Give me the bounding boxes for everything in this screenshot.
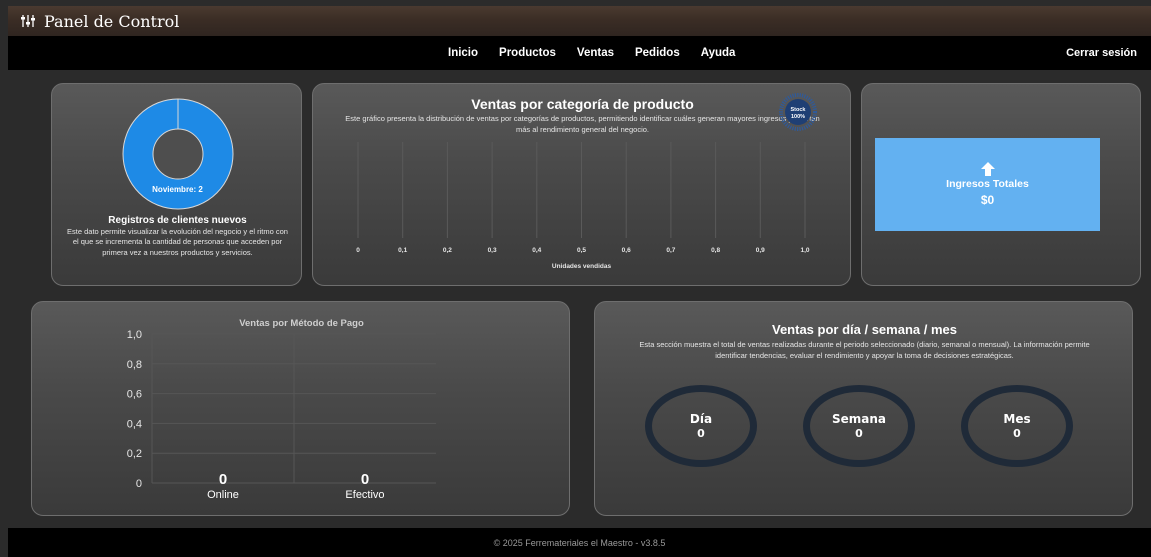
- payment-category-label: Efectivo: [345, 489, 384, 501]
- arrow-up-icon: [980, 162, 995, 176]
- category-x-tick-label: 0,9: [756, 247, 765, 254]
- nav-item-pedidos[interactable]: Pedidos: [635, 47, 680, 59]
- nav-item-ayuda[interactable]: Ayuda: [701, 47, 736, 59]
- footer-text: © 2025 Ferremateriales el Maestro - v3.8…: [493, 537, 666, 548]
- nav-item-ventas[interactable]: Ventas: [577, 47, 614, 59]
- donut-data-label: Noviembre: 2: [152, 185, 203, 194]
- payment-y-tick-label: 1,0: [127, 329, 142, 341]
- ring-week-label: Semana: [831, 412, 887, 426]
- title-bar: Panel de Control: [8, 6, 1151, 36]
- category-x-axis-label: Unidades vendidas: [552, 263, 612, 270]
- payment-category-label: Online: [207, 489, 239, 501]
- donut-outline-inner: [152, 128, 204, 180]
- category-x-tick-label: 0,6: [622, 247, 631, 254]
- ring-day: Día 0: [645, 385, 757, 467]
- stock-badge: Stock 100%: [779, 93, 817, 131]
- nav-item-productos[interactable]: Productos: [499, 47, 556, 59]
- category-card: 0 0,1 0,2 0,3 0,4 0,5 0,6 0,7 0,8 0,9 1,0 Unidades …: [312, 83, 851, 286]
- payment-chart: 00,20,40,60,81,00Online0Efectivo: [127, 329, 436, 501]
- periods-desc-line1: Esta sección muestra el total de ventas …: [639, 340, 1090, 349]
- logout-link[interactable]: Cerrar sesión: [1066, 36, 1137, 70]
- app-title: Panel de Control: [44, 11, 180, 31]
- category-x-tick-label: 0,1: [398, 247, 407, 254]
- periods-card: Ventas por día / semana / mes Esta secci…: [594, 301, 1133, 516]
- category-x-tick-label: 1,0: [800, 247, 809, 254]
- stock-badge-line1: Stock: [791, 107, 807, 113]
- revenue-box: Ingresos Totales $0: [875, 138, 1100, 231]
- nav-item-inicio[interactable]: Inicio: [448, 47, 478, 59]
- ring-month-label: Mes: [1003, 412, 1031, 426]
- sliders-icon: [21, 15, 35, 27]
- stock-badge-line2: 100%: [791, 114, 805, 120]
- payment-y-tick-label: 0,6: [127, 389, 142, 401]
- ring-week-value: 0: [855, 427, 863, 440]
- payment-y-tick-label: 0,2: [127, 448, 142, 460]
- clients-card: Noviembre: 2 Registros de clientes nuevo…: [51, 83, 302, 286]
- footer: © 2025 Ferremateriales el Maestro - v3.8…: [8, 528, 1151, 557]
- nav-bar: Inicio Productos Ventas Pedidos Ayuda Ce…: [8, 36, 1151, 70]
- payment-bar-data-label: 0: [361, 471, 369, 488]
- category-x-tick-label: 0,2: [443, 247, 452, 254]
- category-x-tick-label: 0,5: [577, 247, 586, 254]
- ring-month-value: 0: [1013, 427, 1021, 440]
- revenue-label: Ingresos Totales: [946, 178, 1029, 190]
- category-card-description: Este gráfico presenta la distribución de…: [345, 114, 820, 134]
- category-x-tick-label: 0,7: [666, 247, 675, 254]
- clients-card-description: Este dato permite visualizar la evolució…: [67, 227, 288, 257]
- ring-month: Mes 0: [961, 385, 1073, 467]
- periods-desc-line2: identificar tendencias, evaluar el rendi…: [715, 351, 1014, 360]
- payment-y-tick-label: 0,4: [127, 418, 142, 430]
- nav-links: Inicio Productos Ventas Pedidos Ayuda: [448, 36, 735, 70]
- revenue-card: Ingresos Totales $0: [861, 83, 1141, 286]
- payment-y-tick-label: 0: [136, 478, 142, 490]
- ring-day-value: 0: [697, 427, 705, 440]
- category-x-tick-label: 0,3: [488, 247, 497, 254]
- periods-card-title: Ventas por día / semana / mes: [772, 322, 957, 337]
- category-x-tick-label: 0: [356, 247, 360, 254]
- payment-chart-title: Ventas por Método de Pago: [239, 318, 364, 329]
- category-x-tick-label: 0,8: [711, 247, 720, 254]
- payment-y-tick-label: 0,8: [127, 359, 142, 371]
- periods-card-description: Esta sección muestra el total de ventas …: [595, 339, 1134, 361]
- ring-week: Semana 0: [803, 385, 915, 467]
- revenue-value: $0: [980, 193, 995, 207]
- category-card-title: Ventas por categoría de producto: [471, 96, 694, 112]
- ring-day-label: Día: [689, 412, 713, 426]
- payment-card: 0 0,2 0,4 0,6 0,8 1,0 0 Online 0 Efectivo Ventas …: [31, 301, 570, 516]
- clients-card-title: Registros de clientes nuevos: [108, 215, 247, 226]
- payment-bar-data-label: 0: [219, 471, 227, 488]
- category-x-tick-label: 0,4: [532, 247, 541, 254]
